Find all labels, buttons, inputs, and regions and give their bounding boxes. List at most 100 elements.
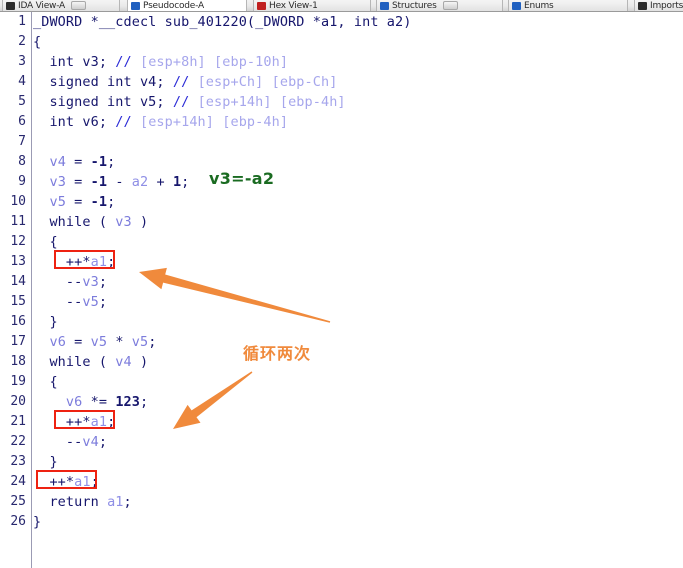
enum-icon <box>512 2 521 10</box>
token-arg: a1 <box>107 494 124 510</box>
line-number: 23 <box>10 454 26 469</box>
token-var: v3 <box>82 274 99 290</box>
line-number: 5 <box>18 94 26 109</box>
token-pln: while ( <box>33 354 116 370</box>
token-pln: ; <box>90 474 99 490</box>
token-pln: ; <box>98 294 108 310</box>
code-line[interactable]: 4 signed int v4; // [esp+Ch] [ebp-Ch] <box>0 72 683 92</box>
token-pln: ; <box>98 274 108 290</box>
line-number: 12 <box>10 234 26 249</box>
tab-hex-view-1[interactable]: Hex View-1 <box>253 0 371 11</box>
close-icon[interactable] <box>442 1 458 10</box>
code-line[interactable]: 2{ <box>0 32 683 52</box>
note-v3-equals-neg-a2: v3=-a2 <box>209 169 275 188</box>
code-line[interactable]: 1 _DWORD *__cdecl sub_401220(_DWORD *a1, … <box>0 12 683 32</box>
code-line[interactable]: 5 signed int v5; // [esp+14h] [ebp-4h] <box>0 92 683 112</box>
token-num: 123 <box>115 394 140 410</box>
code-line[interactable]: 6 int v6; // [esp+14h] [ebp-4h] <box>0 112 683 132</box>
code-line[interactable]: 12 { <box>0 232 683 252</box>
token-var: v4 <box>82 434 99 450</box>
tab-label: IDA View-A <box>18 1 66 11</box>
code-lines[interactable]: 1 _DWORD *__cdecl sub_401220(_DWORD *a1, … <box>0 12 683 532</box>
line-text: } <box>33 452 58 472</box>
token-num: -1 <box>90 194 108 210</box>
code-line[interactable]: 18 while ( v4 ) <box>0 352 683 372</box>
line-text: int v6; // [esp+14h] [ebp-4h] <box>33 112 288 132</box>
token-pln: = <box>65 194 91 210</box>
line-number: 24 <box>10 474 26 489</box>
line-text: { <box>33 32 41 52</box>
code-line[interactable]: 11 while ( v3 ) <box>0 212 683 232</box>
token-cmt2: [esp+14h] [ebp-4h] <box>139 114 289 130</box>
line-text: int v3; // [esp+8h] [ebp-10h] <box>33 52 288 72</box>
token-pln: } <box>33 514 42 530</box>
tab-structures[interactable]: Structures <box>376 0 503 11</box>
line-number: 15 <box>10 294 26 309</box>
code-line[interactable]: 25 return a1; <box>0 492 683 512</box>
token-var: v5 <box>49 194 66 210</box>
line-text: v6 *= 123; <box>33 392 148 412</box>
code-line[interactable]: 23 } <box>0 452 683 472</box>
line-number: 3 <box>18 54 26 69</box>
token-pln: - <box>107 174 132 190</box>
line-number: 2 <box>18 34 26 49</box>
token-pln <box>33 174 49 190</box>
code-line[interactable]: 7 <box>0 132 683 152</box>
token-var: v3 <box>49 174 66 190</box>
code-line[interactable]: 26} <box>0 512 683 532</box>
token-pln <box>33 194 49 210</box>
code-line[interactable]: 17 v6 = v5 * v5; <box>0 332 683 352</box>
token-pln: { <box>33 374 58 390</box>
tab-strip[interactable]: IDA View-A Pseudocode-A Hex View-1 Structur… <box>0 0 683 12</box>
code-line[interactable]: 15 --v5; <box>0 292 683 312</box>
token-pln: int v3; <box>33 54 116 70</box>
line-number: 10 <box>10 194 26 209</box>
code-line[interactable]: 20 v6 *= 123; <box>0 392 683 412</box>
tab-ida-view-a[interactable]: IDA View-A <box>2 0 120 11</box>
token-var: v5 <box>82 294 99 310</box>
import-icon <box>638 2 647 10</box>
tab-label: Structures <box>392 1 437 11</box>
token-pln: ; <box>98 434 108 450</box>
tab-imports[interactable]: Imports <box>634 0 683 11</box>
note-loop-twice: 循环两次 <box>243 344 312 363</box>
line-number: 19 <box>10 374 26 389</box>
code-line[interactable]: 3 int v3; // [esp+8h] [ebp-10h] <box>0 52 683 72</box>
token-pln: signed int v5; <box>33 94 173 110</box>
line-number: 14 <box>10 274 26 289</box>
token-arg: a2 <box>131 174 149 190</box>
line-text: while ( v4 ) <box>33 352 148 372</box>
code-line[interactable]: 14 --v3; <box>0 272 683 292</box>
pseudocode-editor[interactable]: 1 _DWORD *__cdecl sub_401220(_DWORD *a1, … <box>0 12 683 568</box>
line-text: v4 = -1; <box>33 152 115 172</box>
line-text: v6 = v5 * v5; <box>33 332 156 352</box>
token-pln: while ( <box>33 214 116 230</box>
code-line[interactable]: 22 --v4; <box>0 432 683 452</box>
line-number: 1 <box>18 14 26 29</box>
code-line[interactable]: 19 { <box>0 372 683 392</box>
code-line[interactable]: 10 v5 = -1; <box>0 192 683 212</box>
token-pln: int v6; <box>33 114 116 130</box>
close-icon[interactable] <box>71 1 87 10</box>
code-line[interactable]: 24 ++*a1; <box>0 472 683 492</box>
code-line[interactable]: 21 ++*a1; <box>0 412 683 432</box>
token-pln: ; <box>107 194 116 210</box>
line-text: --v3; <box>33 272 107 292</box>
code-line[interactable]: 8 v4 = -1; <box>0 152 683 172</box>
line-text: return a1; <box>33 492 132 512</box>
line-number: 16 <box>10 314 26 329</box>
tab-pseudocode-a[interactable]: Pseudocode-A <box>127 0 247 11</box>
token-pln: ; <box>107 254 116 270</box>
token-pln: -- <box>33 434 83 450</box>
tab-enums[interactable]: Enums <box>508 0 628 11</box>
token-var: v6 <box>65 394 83 410</box>
token-arg: a1 <box>90 414 108 430</box>
line-text: ++*a1; <box>33 472 99 492</box>
code-line[interactable]: 9 v3 = -1 - a2 + 1; <box>0 172 683 192</box>
line-text: { <box>33 372 58 392</box>
tab-label: Pseudocode-A <box>143 1 204 11</box>
code-line[interactable]: 16 } <box>0 312 683 332</box>
line-number: 9 <box>18 174 26 189</box>
token-var: v5 <box>131 334 149 350</box>
code-line[interactable]: 13 ++*a1; <box>0 252 683 272</box>
